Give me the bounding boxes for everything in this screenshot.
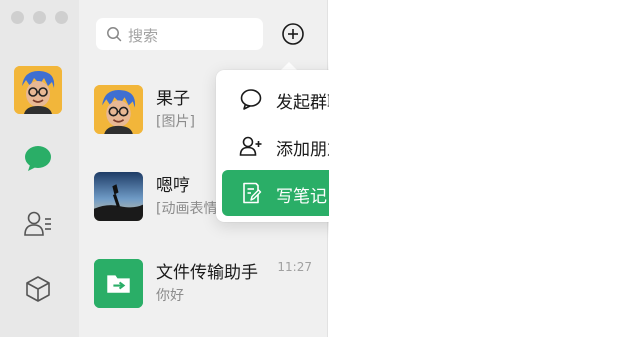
search-icon [107, 27, 122, 42]
avatar[interactable] [14, 66, 62, 114]
zoom-window-button[interactable] [55, 11, 68, 24]
minimize-window-button[interactable] [33, 11, 46, 24]
close-window-button[interactable] [11, 11, 24, 24]
plus-circle-icon [282, 23, 304, 45]
chat-name: 嗯哼 [156, 176, 190, 196]
chat-avatar [94, 85, 143, 134]
chat-list-item[interactable]: 文件传输助手 你好 11:27 [79, 252, 328, 328]
note-icon [243, 182, 262, 204]
contacts-icon[interactable] [20, 206, 56, 242]
menu-item-label: 写笔记 [276, 187, 327, 207]
nav-sidebar [0, 0, 79, 337]
speech-bubble-icon [240, 89, 262, 110]
mini-programs-icon[interactable] [20, 270, 56, 306]
chat-name: 果子 [156, 89, 190, 109]
chat-preview: 你好 [156, 288, 184, 304]
chat-avatar [94, 259, 143, 308]
chat-avatar [94, 172, 143, 221]
add-friend-icon [239, 136, 262, 156]
avatar-image [14, 66, 62, 114]
chat-preview: [图片] [156, 114, 195, 130]
chat-time: 11:27 [277, 260, 312, 274]
chat-preview: [动画表情] [156, 201, 223, 217]
add-button[interactable] [281, 22, 305, 46]
conversation-pane [329, 0, 640, 337]
chat-name: 文件传输助手 [156, 263, 258, 283]
search-input[interactable]: 搜索 [96, 18, 263, 50]
chats-icon[interactable] [20, 140, 56, 176]
search-placeholder: 搜索 [128, 27, 159, 45]
